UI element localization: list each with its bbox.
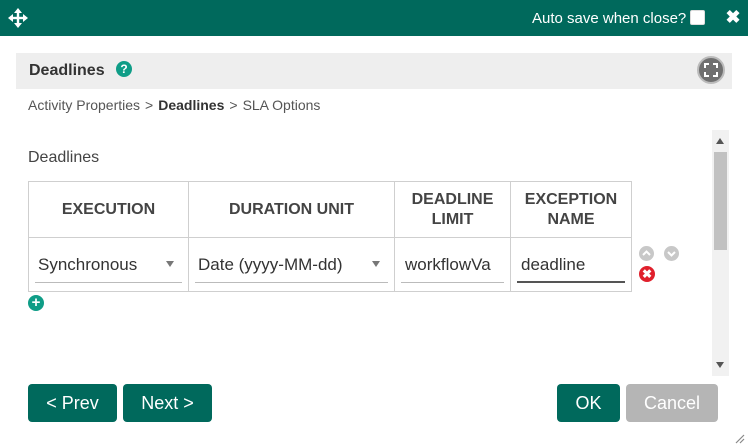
column-header-execution: EXECUTION [28,181,189,238]
scroll-up-arrow-icon[interactable] [716,138,724,144]
dropdown-caret-icon [372,260,380,267]
table-header-row: EXECUTION DURATION UNIT DEADLINE LIMIT E… [28,181,632,238]
exception-name-input[interactable]: deadline [517,247,625,283]
breadcrumb: Activity Properties > Deadlines > SLA Option… [28,97,320,113]
move-down-icon[interactable] [664,246,679,261]
duration-unit-select-value: Date (yyyy-MM-dd) [198,254,343,274]
execution-cell: Synchronous [28,237,189,292]
duration-unit-select[interactable]: Date (yyyy-MM-dd) [195,247,388,283]
add-icon[interactable]: + [28,295,44,311]
expand-icon[interactable] [697,56,725,84]
breadcrumb-item-activity-properties[interactable]: Activity Properties [28,97,140,113]
dialog-titlebar: Auto save when close? ✖ [0,0,748,36]
autosave-checkbox[interactable] [690,10,705,25]
deadline-limit-cell: workflowVa [394,237,511,292]
breadcrumb-item-deadlines: Deadlines [158,97,225,113]
exception-name-cell: deadline [510,237,632,292]
move-up-icon[interactable] [639,246,654,261]
next-button[interactable]: Next > [123,384,212,422]
deadlines-table: EXECUTION DURATION UNIT DEADLINE LIMIT E… [28,181,632,292]
move-icon[interactable] [8,8,28,28]
close-icon[interactable]: ✖ [724,7,742,27]
execution-select-value: Synchronous [38,254,138,274]
column-header-exception-name: EXCEPTION NAME [510,181,632,238]
scroll-down-arrow-icon[interactable] [716,362,724,368]
execution-select[interactable]: Synchronous [35,247,182,283]
ok-button[interactable]: OK [557,384,620,422]
column-header-duration-unit: DURATION UNIT [188,181,395,238]
vertical-scrollbar[interactable] [712,130,729,376]
section-header: Deadlines ? [16,53,732,89]
deadlines-label: Deadlines [28,149,100,166]
resize-grip-icon[interactable] [733,431,745,444]
autosave-label: Auto save when close? [532,10,687,27]
scrollbar-thumb[interactable] [714,152,727,250]
breadcrumb-item-sla-options[interactable]: SLA Options [243,97,321,113]
section-title: Deadlines [29,62,105,79]
table-row: Synchronous Date (yyyy-MM-dd) workflowVa… [28,237,632,292]
deadline-limit-input[interactable]: workflowVa [401,247,504,283]
duration-unit-cell: Date (yyyy-MM-dd) [188,237,395,292]
prev-button[interactable]: < Prev [28,384,117,422]
delete-icon[interactable]: ✖ [639,266,655,282]
breadcrumb-separator: > [145,97,154,113]
cancel-button[interactable]: Cancel [626,384,718,422]
breadcrumb-separator: > [229,97,238,113]
column-header-deadline-limit: DEADLINE LIMIT [394,181,511,238]
help-icon[interactable]: ? [116,61,132,77]
dropdown-caret-icon [166,260,174,267]
